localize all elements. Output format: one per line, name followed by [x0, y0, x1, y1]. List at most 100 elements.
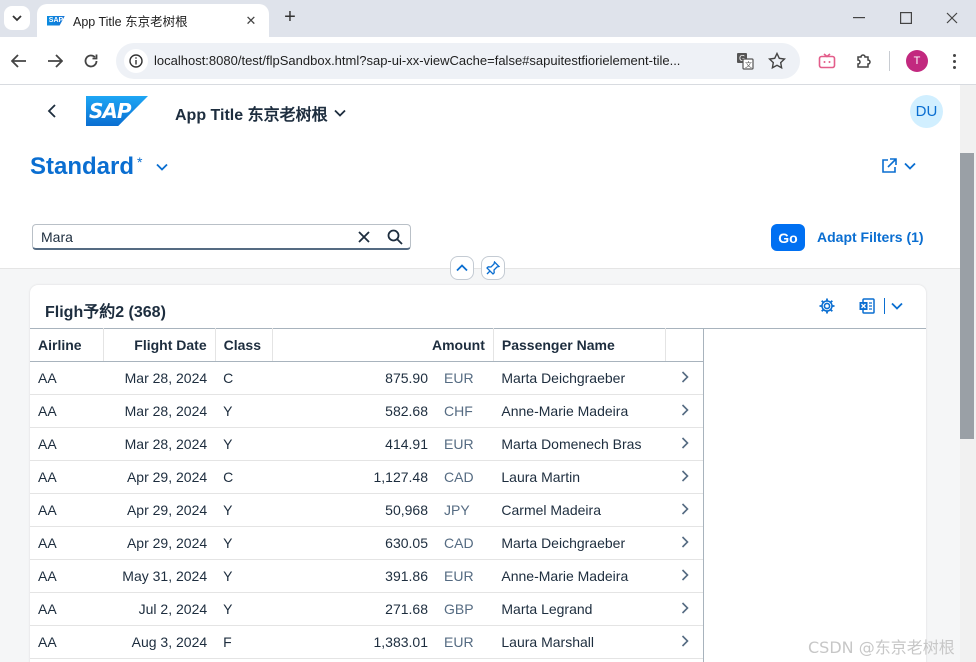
- share-button[interactable]: [880, 157, 916, 175]
- basic-search-field[interactable]: [32, 224, 411, 250]
- row-navigation[interactable]: [665, 592, 704, 626]
- cell-currency: CAD: [436, 460, 494, 494]
- cell-class: Y: [215, 394, 273, 428]
- table-row[interactable]: AA Mar 28, 2024 Y 414.91 EUR Marta Domenech B…: [30, 427, 704, 461]
- cell-flight-date: Aug 3, 2024: [103, 625, 216, 659]
- column-header-amount[interactable]: Amount: [272, 328, 494, 362]
- table-row[interactable]: AA May 31, 2024 Y 391.86 EUR Anne-Marie Madei…: [30, 559, 704, 593]
- chevron-right-icon: [681, 536, 689, 548]
- column-header-flight-date[interactable]: Flight Date: [103, 328, 216, 362]
- row-navigation[interactable]: [665, 526, 704, 560]
- table-settings-button[interactable]: [818, 297, 836, 315]
- clear-search-button[interactable]: [355, 228, 373, 246]
- table-right-border: [703, 328, 704, 662]
- arrow-right-icon: [48, 54, 63, 68]
- table-row[interactable]: AA Aug 3, 2024 F 1,383.01 EUR Laura Marshall: [30, 625, 704, 659]
- extensions-menu-button[interactable]: [852, 49, 876, 73]
- translate-button[interactable]: G文: [734, 50, 756, 72]
- export-menu-button[interactable]: [891, 302, 903, 310]
- pin-header-button[interactable]: [481, 256, 505, 280]
- table-row[interactable]: AA Jul 2, 2024 Y 271.68 GBP Marta Legrand: [30, 592, 704, 626]
- search-input[interactable]: [41, 229, 341, 245]
- row-navigation[interactable]: [665, 460, 704, 494]
- table-card: Fligh予約2 (368) Airline Flight Date Class…: [30, 285, 926, 662]
- variant-management[interactable]: Standard *: [30, 153, 169, 181]
- back-button[interactable]: [7, 49, 31, 73]
- extension-button[interactable]: [815, 49, 839, 73]
- chevron-right-icon: [681, 470, 689, 482]
- go-button[interactable]: Go: [771, 224, 805, 251]
- browser-tab[interactable]: SAP App Title 东京老树根 ✕: [37, 4, 269, 37]
- row-navigation[interactable]: [665, 361, 704, 395]
- search-button[interactable]: [385, 228, 405, 246]
- chevron-down-icon: [891, 302, 903, 310]
- cell-passenger: Marta Domenech Bras: [493, 427, 666, 461]
- user-avatar[interactable]: DU: [910, 95, 943, 128]
- reload-button[interactable]: [79, 49, 103, 73]
- chevron-down-icon: [156, 163, 169, 171]
- cell-currency: GBP: [436, 592, 494, 626]
- dynamic-page-header: Standard * Go Adapt Filters (1): [0, 137, 960, 269]
- adapt-filters-button[interactable]: Adapt Filters (1): [817, 229, 924, 245]
- table-row[interactable]: AA Apr 29, 2024 Y 630.05 CAD Marta Deichgraeb…: [30, 526, 704, 560]
- table-row[interactable]: AA Mar 28, 2024 C 875.90 EUR Marta Deichgraeb…: [30, 361, 704, 395]
- export-button[interactable]: [858, 297, 876, 315]
- new-tab-button[interactable]: +: [279, 7, 301, 29]
- column-header-passenger[interactable]: Passenger Name: [493, 328, 667, 362]
- column-header-airline[interactable]: Airline: [30, 328, 105, 362]
- row-navigation[interactable]: [665, 427, 704, 461]
- cell-class: F: [215, 625, 273, 659]
- chevron-down-icon: [904, 162, 916, 170]
- minimize-button[interactable]: [843, 6, 875, 30]
- profile-avatar[interactable]: T: [906, 50, 928, 72]
- sap-favicon-icon: SAP: [47, 15, 65, 26]
- forward-button[interactable]: [43, 49, 67, 73]
- table-row[interactable]: AA Apr 29, 2024 C 1,127.48 CAD Laura Martin: [30, 460, 704, 494]
- url-text[interactable]: localhost:8080/test/flpSandbox.html?sap-…: [154, 53, 726, 68]
- cell-airline: AA: [30, 625, 104, 659]
- app-title-menu[interactable]: App Title 东京老树根: [175, 101, 346, 125]
- table-title: Fligh予約2 (368): [45, 304, 166, 321]
- page-scrollbar[interactable]: [960, 85, 976, 662]
- row-navigation[interactable]: [665, 559, 704, 593]
- fiori-app: SAP App Title 东京老树根 DU Standard * Mara G…: [0, 85, 960, 662]
- close-icon: [358, 231, 370, 243]
- sap-logo[interactable]: SAP: [86, 96, 148, 126]
- cell-airline: AA: [30, 427, 104, 461]
- table-row[interactable]: AA Mar 28, 2024 Y 582.68 CHF Anne-Marie Madei…: [30, 394, 704, 428]
- column-header-class[interactable]: Class: [215, 328, 274, 362]
- scrollbar-thumb[interactable]: [960, 153, 974, 439]
- bookmark-button[interactable]: [766, 50, 788, 72]
- cell-airline: AA: [30, 526, 104, 560]
- cell-currency: EUR: [436, 559, 494, 593]
- address-bar[interactable]: localhost:8080/test/flpSandbox.html?sap-…: [116, 43, 800, 79]
- maximize-button[interactable]: [890, 6, 922, 30]
- maximize-icon: [900, 12, 912, 24]
- cell-airline: AA: [30, 394, 104, 428]
- site-info-button[interactable]: [124, 49, 148, 73]
- close-tab-icon[interactable]: ✕: [243, 13, 259, 29]
- table-header-border: [704, 328, 926, 329]
- browser-menu-button[interactable]: [944, 49, 964, 73]
- search-icon: [387, 229, 403, 245]
- tab-search-button[interactable]: [4, 6, 30, 30]
- collapse-header-button[interactable]: [450, 256, 474, 280]
- table-row[interactable]: AA Apr 29, 2024 Y 50,968 JPY Carmel Madeira: [30, 493, 704, 527]
- cell-flight-date: Mar 28, 2024: [103, 361, 216, 395]
- row-navigation[interactable]: [665, 493, 704, 527]
- cell-flight-date: Mar 28, 2024: [103, 427, 216, 461]
- cell-passenger: Anne-Marie Madeira: [493, 559, 666, 593]
- cell-passenger: Laura Martin: [493, 460, 666, 494]
- cell-currency: EUR: [436, 427, 494, 461]
- chevron-right-icon: [681, 404, 689, 416]
- cell-airline: AA: [30, 559, 104, 593]
- shell-back-button[interactable]: [40, 99, 64, 123]
- cell-flight-date: Mar 28, 2024: [103, 394, 216, 428]
- row-navigation[interactable]: [665, 625, 704, 659]
- cell-amount: 875.90: [272, 361, 436, 395]
- cell-flight-date: Apr 29, 2024: [103, 493, 216, 527]
- cell-airline: AA: [30, 361, 104, 395]
- row-navigation[interactable]: [665, 394, 704, 428]
- close-window-button[interactable]: [936, 6, 968, 30]
- chevron-right-icon: [681, 569, 689, 581]
